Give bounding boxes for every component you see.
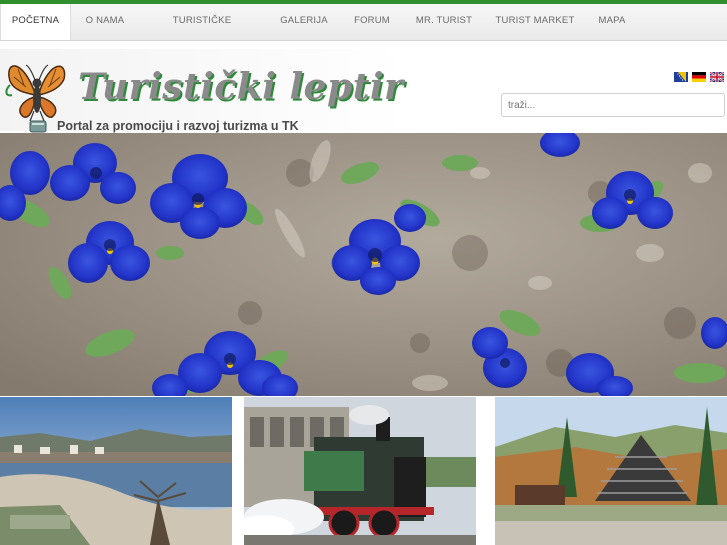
- hero-image-pansies[interactable]: [0, 133, 727, 396]
- search-input[interactable]: [501, 93, 725, 117]
- nav-item-o-nama[interactable]: O NAMA: [78, 4, 132, 40]
- nav-item-galerija[interactable]: GALERIJA: [277, 4, 331, 40]
- main-navigation: POČETNA O NAMA TURISTIČKE ATRAKCIJE GALE…: [0, 4, 727, 60]
- nav-item-turist-market[interactable]: TURIST MARKET: [495, 4, 575, 40]
- steam-locomotive-photo: [244, 397, 476, 545]
- nav-item-forum[interactable]: FORUM: [350, 4, 394, 40]
- nav-item-mapa[interactable]: MAPA: [593, 4, 631, 40]
- site-header: Turistički leptir Portal za promociju i …: [0, 41, 727, 133]
- thumb-lake-beach[interactable]: [0, 397, 232, 545]
- thumb-steam-locomotive[interactable]: [244, 397, 476, 545]
- site-logo-title: Turistički leptir: [78, 66, 404, 108]
- bosnian-flag-icon[interactable]: [674, 72, 688, 82]
- thumb-mountain-hotel[interactable]: [495, 397, 727, 545]
- blue-pansies-photo: [0, 133, 727, 396]
- nav-item-pocetna[interactable]: POČETNA: [0, 4, 71, 40]
- mountain-hotel-photo: [495, 397, 727, 545]
- english-flag-icon[interactable]: [710, 72, 724, 82]
- nav-item-mr-turist[interactable]: MR. TURIST: [412, 4, 476, 40]
- logo-area[interactable]: Turistički leptir Portal za promociju i …: [0, 49, 404, 133]
- lake-beach-photo: [0, 397, 232, 545]
- nav-item-turisticke-atrakcije[interactable]: TURISTIČKE ATRAKCIJE: [146, 4, 258, 60]
- german-flag-icon[interactable]: [692, 72, 706, 82]
- site-tagline: Portal za promociju i razvoj turizma u T…: [57, 119, 299, 133]
